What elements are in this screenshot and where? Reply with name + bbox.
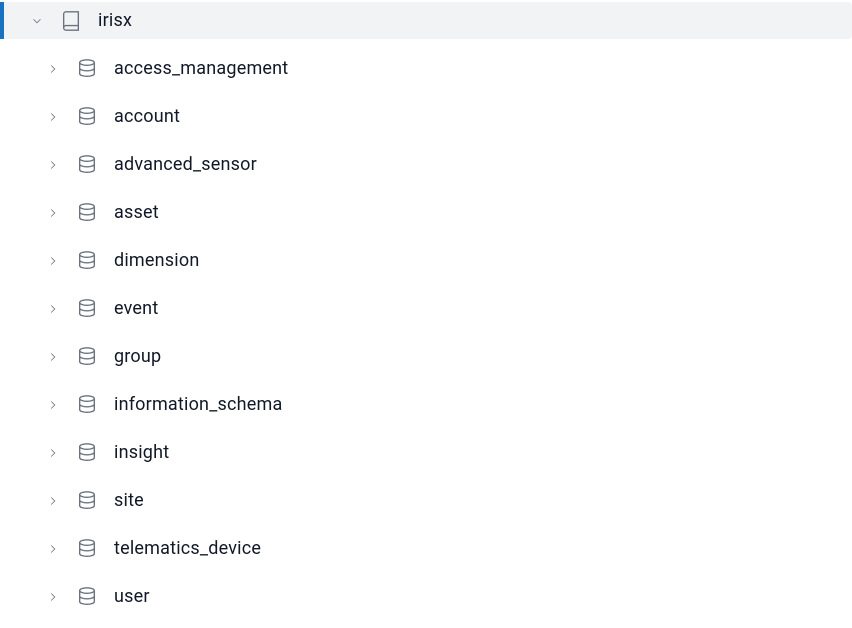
chevron-right-icon	[44, 540, 62, 558]
chevron-right-icon	[44, 348, 62, 366]
schema-row[interactable]: site	[0, 482, 852, 519]
schema-row[interactable]: telematics_device	[0, 530, 852, 567]
tree-root-row[interactable]: irisx	[0, 2, 852, 39]
database-icon	[74, 296, 100, 322]
schema-label: dimension	[114, 250, 199, 271]
chevron-right-icon	[44, 156, 62, 174]
chevron-right-icon	[44, 300, 62, 318]
database-icon	[74, 200, 100, 226]
schema-row[interactable]: asset	[0, 194, 852, 231]
schema-label: group	[114, 346, 161, 367]
schema-list: access_managementaccount advanced_sensora…	[0, 50, 852, 615]
database-icon	[74, 488, 100, 514]
chevron-right-icon	[44, 204, 62, 222]
database-icon	[74, 584, 100, 610]
schema-label: event	[114, 298, 158, 319]
schema-row[interactable]: information_schema	[0, 386, 852, 423]
chevron-right-icon	[44, 396, 62, 414]
database-icon	[74, 56, 100, 82]
database-icon	[74, 248, 100, 274]
schema-row[interactable]: access_management	[0, 50, 852, 87]
schema-label: access_management	[114, 58, 288, 79]
catalog-icon	[58, 8, 84, 34]
schema-label: insight	[114, 442, 169, 463]
schema-label: user	[114, 586, 150, 607]
schema-label: telematics_device	[114, 538, 261, 559]
schema-row[interactable]: group	[0, 338, 852, 375]
schema-row[interactable]: advanced_sensor	[0, 146, 852, 183]
schema-row[interactable]: dimension	[0, 242, 852, 279]
chevron-right-icon	[44, 492, 62, 510]
database-icon	[74, 392, 100, 418]
schema-row[interactable]: insight	[0, 434, 852, 471]
schema-row[interactable]: event	[0, 290, 852, 327]
chevron-right-icon	[44, 252, 62, 270]
database-tree: irisx access_managementaccount advanced_s…	[0, 0, 852, 615]
chevron-right-icon	[44, 444, 62, 462]
database-icon	[74, 104, 100, 130]
chevron-right-icon	[44, 108, 62, 126]
schema-label: information_schema	[114, 394, 282, 415]
schema-row[interactable]: account	[0, 98, 852, 135]
tree-root-label: irisx	[98, 10, 132, 31]
schema-label: account	[114, 106, 180, 127]
database-icon	[74, 440, 100, 466]
chevron-right-icon	[44, 60, 62, 78]
database-icon	[74, 536, 100, 562]
chevron-right-icon	[44, 588, 62, 606]
schema-label: site	[114, 490, 144, 511]
schema-label: advanced_sensor	[114, 154, 257, 175]
database-icon	[74, 344, 100, 370]
chevron-down-icon	[28, 12, 46, 30]
schema-label: asset	[114, 202, 159, 223]
schema-row[interactable]: user	[0, 578, 852, 615]
database-icon	[74, 152, 100, 178]
